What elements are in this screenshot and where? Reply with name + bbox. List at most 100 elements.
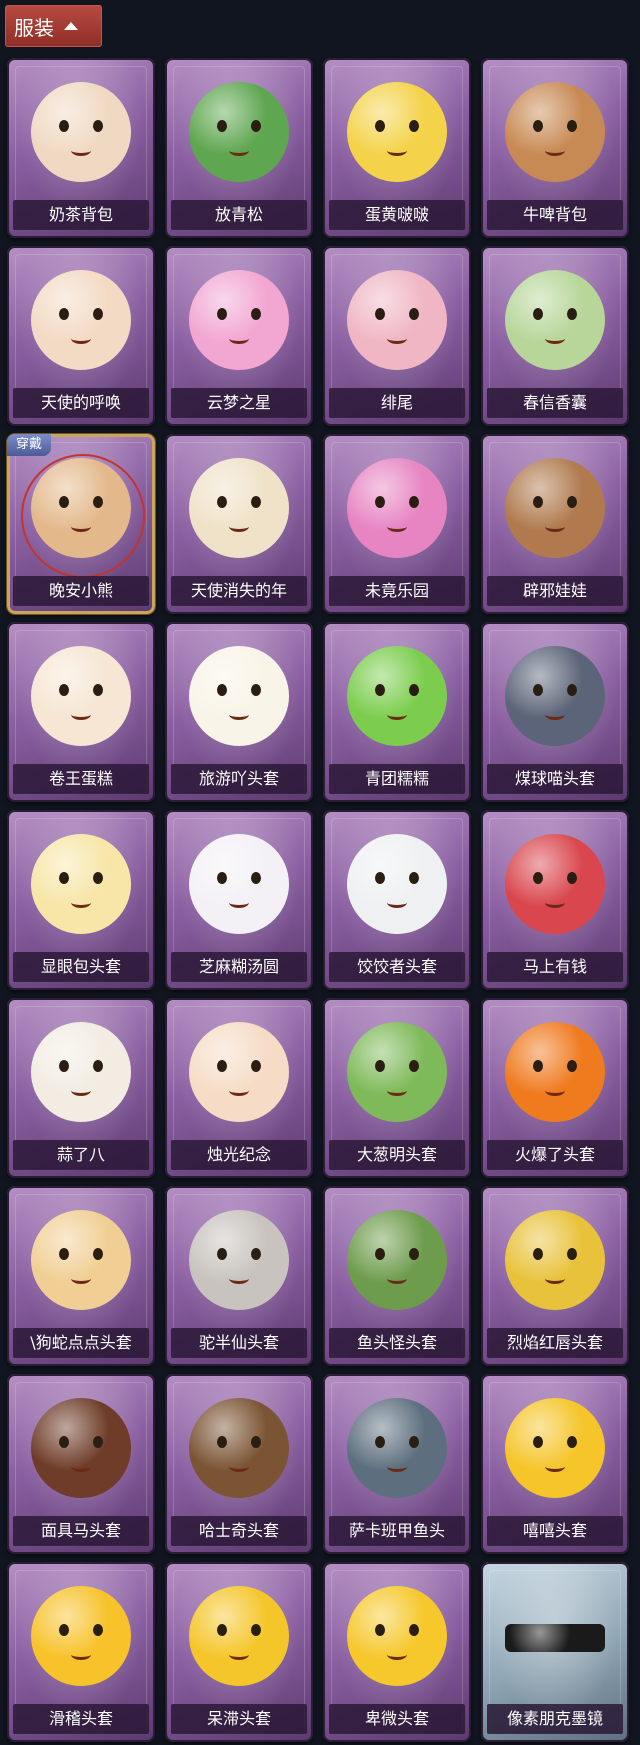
costume-label: 大葱明头套 — [329, 1140, 465, 1170]
costume-card[interactable]: 卑微头套 — [323, 1562, 471, 1742]
costume-image — [189, 1210, 289, 1310]
costume-image — [189, 458, 289, 558]
costume-card[interactable]: 滑稽头套 — [7, 1562, 155, 1742]
costume-card[interactable]: 辟邪娃娃 — [481, 434, 629, 614]
costume-card[interactable]: 饺饺者头套 — [323, 810, 471, 990]
costume-card[interactable]: 天使消失的年 — [165, 434, 313, 614]
costume-card[interactable]: 大葱明头套 — [323, 998, 471, 1178]
costume-image — [31, 834, 131, 934]
costume-card[interactable]: 火爆了头套 — [481, 998, 629, 1178]
costume-image — [347, 1210, 447, 1310]
costume-card[interactable]: 面具马头套 — [7, 1374, 155, 1554]
costume-card[interactable]: 未竟乐园 — [323, 434, 471, 614]
costume-card[interactable]: 晚安小熊 穿戴 — [7, 434, 155, 614]
chevron-up-icon — [64, 22, 78, 30]
costume-image — [505, 1210, 605, 1310]
costume-image — [347, 1022, 447, 1122]
costume-card[interactable]: 驼半仙头套 — [165, 1186, 313, 1366]
costume-card[interactable]: 牛啤背包 — [481, 58, 629, 238]
costume-label: 像素朋克墨镜 — [487, 1704, 623, 1734]
costume-label: 放青松 — [171, 200, 307, 230]
costume-label: 蛋黄啵啵 — [329, 200, 465, 230]
costume-card[interactable]: 像素朋克墨镜 — [481, 1562, 629, 1742]
costume-label: 饺饺者头套 — [329, 952, 465, 982]
costume-card[interactable]: 哈士奇头套 — [165, 1374, 313, 1554]
costume-card[interactable]: 萨卡班甲鱼头 — [323, 1374, 471, 1554]
costume-card[interactable]: 鱼头怪头套 — [323, 1186, 471, 1366]
costume-card[interactable]: 绯尾 — [323, 246, 471, 426]
costume-image — [31, 646, 131, 746]
costume-card[interactable]: 奶茶背包 — [7, 58, 155, 238]
costume-image — [347, 1398, 447, 1498]
costume-image — [505, 1624, 605, 1652]
costume-image — [31, 458, 131, 558]
costume-label: 天使消失的年 — [171, 576, 307, 606]
costume-image — [505, 646, 605, 746]
costume-label: 天使的呼唤 — [13, 388, 149, 418]
costume-label: 卑微头套 — [329, 1704, 465, 1734]
costume-image — [31, 82, 131, 182]
costume-label: 绯尾 — [329, 388, 465, 418]
costume-card[interactable]: 蛋黄啵啵 — [323, 58, 471, 238]
costume-card[interactable]: 春信香囊 — [481, 246, 629, 426]
costume-card[interactable]: 云梦之星 — [165, 246, 313, 426]
costume-image — [505, 82, 605, 182]
costume-image — [347, 834, 447, 934]
costume-label: 烈焰红唇头套 — [487, 1328, 623, 1358]
costume-image — [347, 1586, 447, 1686]
costume-card[interactable]: 显眼包头套 — [7, 810, 155, 990]
costume-image — [189, 1022, 289, 1122]
costume-card[interactable]: 放青松 — [165, 58, 313, 238]
costume-label: 滑稽头套 — [13, 1704, 149, 1734]
costume-label: 哈士奇头套 — [171, 1516, 307, 1546]
costume-label: 蒜了八 — [13, 1140, 149, 1170]
costume-label: 嘻嘻头套 — [487, 1516, 623, 1546]
costume-label: 辟邪娃娃 — [487, 576, 623, 606]
costume-image — [31, 1398, 131, 1498]
costume-image — [347, 82, 447, 182]
costume-image — [347, 646, 447, 746]
costume-image — [505, 1398, 605, 1498]
costume-image — [31, 1586, 131, 1686]
costume-image — [505, 834, 605, 934]
costume-image — [189, 270, 289, 370]
category-label: 服装 — [14, 15, 54, 40]
costume-label: 牛啤背包 — [487, 200, 623, 230]
costume-label: 鱼头怪头套 — [329, 1328, 465, 1358]
costume-label: 煤球喵头套 — [487, 764, 623, 794]
costume-image — [505, 1022, 605, 1122]
costume-image — [505, 270, 605, 370]
costume-card[interactable]: 马上有钱 — [481, 810, 629, 990]
costume-label: 青团糯糯 — [329, 764, 465, 794]
costume-label: 马上有钱 — [487, 952, 623, 982]
costume-card[interactable]: 呆滞头套 — [165, 1562, 313, 1742]
costume-card[interactable]: 煤球喵头套 — [481, 622, 629, 802]
costume-label: 驼半仙头套 — [171, 1328, 307, 1358]
costume-card[interactable]: 青团糯糯 — [323, 622, 471, 802]
costume-card[interactable]: 旅游吖头套 — [165, 622, 313, 802]
costume-label: 奶茶背包 — [13, 200, 149, 230]
costume-card[interactable]: 烈焰红唇头套 — [481, 1186, 629, 1366]
costume-image — [189, 646, 289, 746]
costume-label: 显眼包头套 — [13, 952, 149, 982]
costume-card[interactable]: 嘻嘻头套 — [481, 1374, 629, 1554]
costume-card[interactable]: 天使的呼唤 — [7, 246, 155, 426]
costume-card[interactable]: 蒜了八 — [7, 998, 155, 1178]
costume-card[interactable]: 卷王蛋糕 — [7, 622, 155, 802]
equipped-badge: 穿戴 — [7, 434, 51, 456]
costume-card[interactable]: 芝麻糊汤圆 — [165, 810, 313, 990]
costume-grid: 奶茶背包 放青松 蛋黄啵啵 牛啤背包天使的呼唤 云梦之星 绯尾 春信香囊晚安小熊 穿戴天使消失… — [7, 58, 629, 1742]
costume-label: 云梦之星 — [171, 388, 307, 418]
costume-label: \狗蛇点点头套 — [13, 1328, 149, 1358]
costume-image — [31, 270, 131, 370]
costume-card[interactable]: \狗蛇点点头套 — [7, 1186, 155, 1366]
costume-image — [189, 834, 289, 934]
costume-label: 旅游吖头套 — [171, 764, 307, 794]
costume-card[interactable]: 烛光纪念 — [165, 998, 313, 1178]
costume-image — [347, 270, 447, 370]
costume-image — [189, 1586, 289, 1686]
costume-label: 晚安小熊 — [13, 576, 149, 606]
costume-label: 卷王蛋糕 — [13, 764, 149, 794]
costume-label: 火爆了头套 — [487, 1140, 623, 1170]
category-dropdown[interactable]: 服装 — [5, 5, 102, 47]
